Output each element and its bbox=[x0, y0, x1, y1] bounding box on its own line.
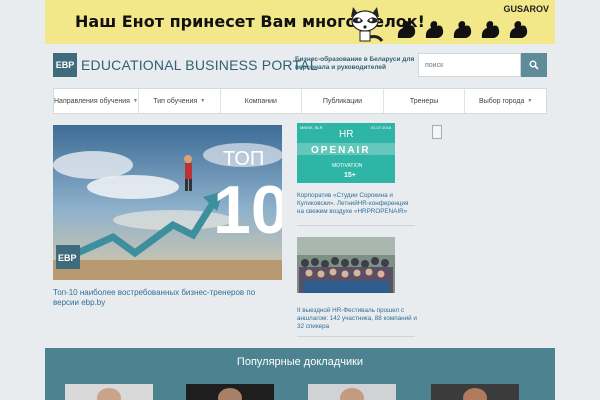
site-title[interactable]: EDUCATIONAL BUSINESS PORTAL bbox=[81, 57, 318, 73]
featured-image-number: 10 bbox=[213, 172, 282, 248]
main-nav: Направления обучения ▼ Тип обучения ▼ Ко… bbox=[53, 88, 547, 114]
squirrel-icon bbox=[481, 21, 500, 38]
caret-down-icon: ▼ bbox=[132, 98, 138, 104]
logo[interactable]: EBP bbox=[53, 53, 77, 77]
search-button[interactable] bbox=[521, 53, 547, 77]
caret-down-icon: ▼ bbox=[200, 98, 206, 104]
speaker-photo[interactable] bbox=[186, 384, 274, 400]
ad-banner[interactable]: Наш Енот принесет Вам много белок! GUSAR… bbox=[45, 0, 555, 44]
featured-image[interactable]: ТОП 10 EBP bbox=[53, 125, 282, 280]
site-header: EBP EDUCATIONAL BUSINESS PORTAL Бизнес-о… bbox=[45, 44, 555, 86]
news-divider bbox=[297, 336, 415, 337]
broken-image-icon bbox=[432, 125, 442, 139]
squirrel-icon bbox=[453, 21, 472, 38]
news-divider bbox=[297, 225, 415, 226]
openair-location: MINSK, BLR bbox=[300, 125, 323, 130]
nav-item-directions[interactable]: Направления обучения ▼ bbox=[54, 89, 139, 113]
speakers-title: Популярные докладчики bbox=[236, 356, 364, 368]
squirrel-icon bbox=[425, 21, 444, 38]
nav-item-label: Публикации bbox=[322, 97, 363, 105]
nav-item-trainers[interactable]: Тренеры bbox=[384, 89, 466, 113]
nav-item-label: Тип обучения bbox=[153, 97, 198, 105]
featured-image-logo: EBP bbox=[58, 253, 77, 263]
squirrel-icon bbox=[509, 21, 528, 38]
site-tagline: Бизнес-образование в Беларуси для персон… bbox=[295, 56, 415, 71]
nav-item-companies[interactable]: Компании bbox=[221, 89, 303, 113]
openair-date: 01.07.2016 bbox=[371, 125, 392, 130]
openair-subtitle: MOTIVATION bbox=[332, 163, 363, 169]
openair-age: 15+ bbox=[344, 172, 356, 179]
squirrel-icon bbox=[397, 21, 416, 38]
news-link-festival[interactable]: II выездной HR-Фестиваль прошел с аншлаг… bbox=[297, 307, 417, 331]
page: EBP EDUCATIONAL BUSINESS PORTAL Бизнес-о… bbox=[45, 44, 555, 400]
festival-group-photo bbox=[297, 237, 395, 293]
nav-item-label: Выбор города bbox=[479, 97, 525, 105]
ad-brand: GUSAROV bbox=[503, 4, 549, 14]
nav-item-label: Компании bbox=[244, 97, 277, 105]
nav-item-training-type[interactable]: Тип обучения ▼ bbox=[139, 89, 221, 113]
openair-letters: HR bbox=[339, 129, 353, 140]
nav-item-publications[interactable]: Публикации bbox=[302, 89, 384, 113]
raccoon-icon bbox=[351, 7, 384, 42]
news-image-festival[interactable] bbox=[297, 237, 395, 293]
nav-item-city[interactable]: Выбор города ▼ bbox=[465, 89, 546, 113]
speaker-photo[interactable] bbox=[431, 384, 519, 400]
speakers-section: Популярные докладчики bbox=[45, 348, 555, 400]
news-link-openair[interactable]: Корпоратив «Студии Сорокина и Куликовски… bbox=[297, 192, 415, 216]
openair-illustration: MINSK, BLR 01.07.2016 HR OPENAIR MOTIVAT… bbox=[297, 123, 395, 183]
search-input[interactable] bbox=[418, 53, 521, 77]
speaker-photo[interactable] bbox=[308, 384, 396, 400]
nav-item-label: Тренеры bbox=[409, 97, 439, 105]
squirrel-row bbox=[395, 18, 529, 40]
speaker-photo[interactable] bbox=[65, 384, 153, 400]
news-image-openair[interactable]: MINSK, BLR 01.07.2016 HR OPENAIR MOTIVAT… bbox=[297, 123, 395, 183]
featured-image-text: ТОП bbox=[223, 148, 264, 170]
nav-item-label: Направления обучения bbox=[54, 97, 130, 105]
openair-title: OPENAIR bbox=[311, 145, 371, 156]
search-icon bbox=[529, 60, 539, 70]
featured-illustration: ТОП 10 EBP bbox=[53, 125, 282, 280]
featured-caption[interactable]: Топ-10 наиболее востребованных бизнес-тр… bbox=[53, 288, 282, 307]
caret-down-icon: ▼ bbox=[527, 98, 533, 104]
